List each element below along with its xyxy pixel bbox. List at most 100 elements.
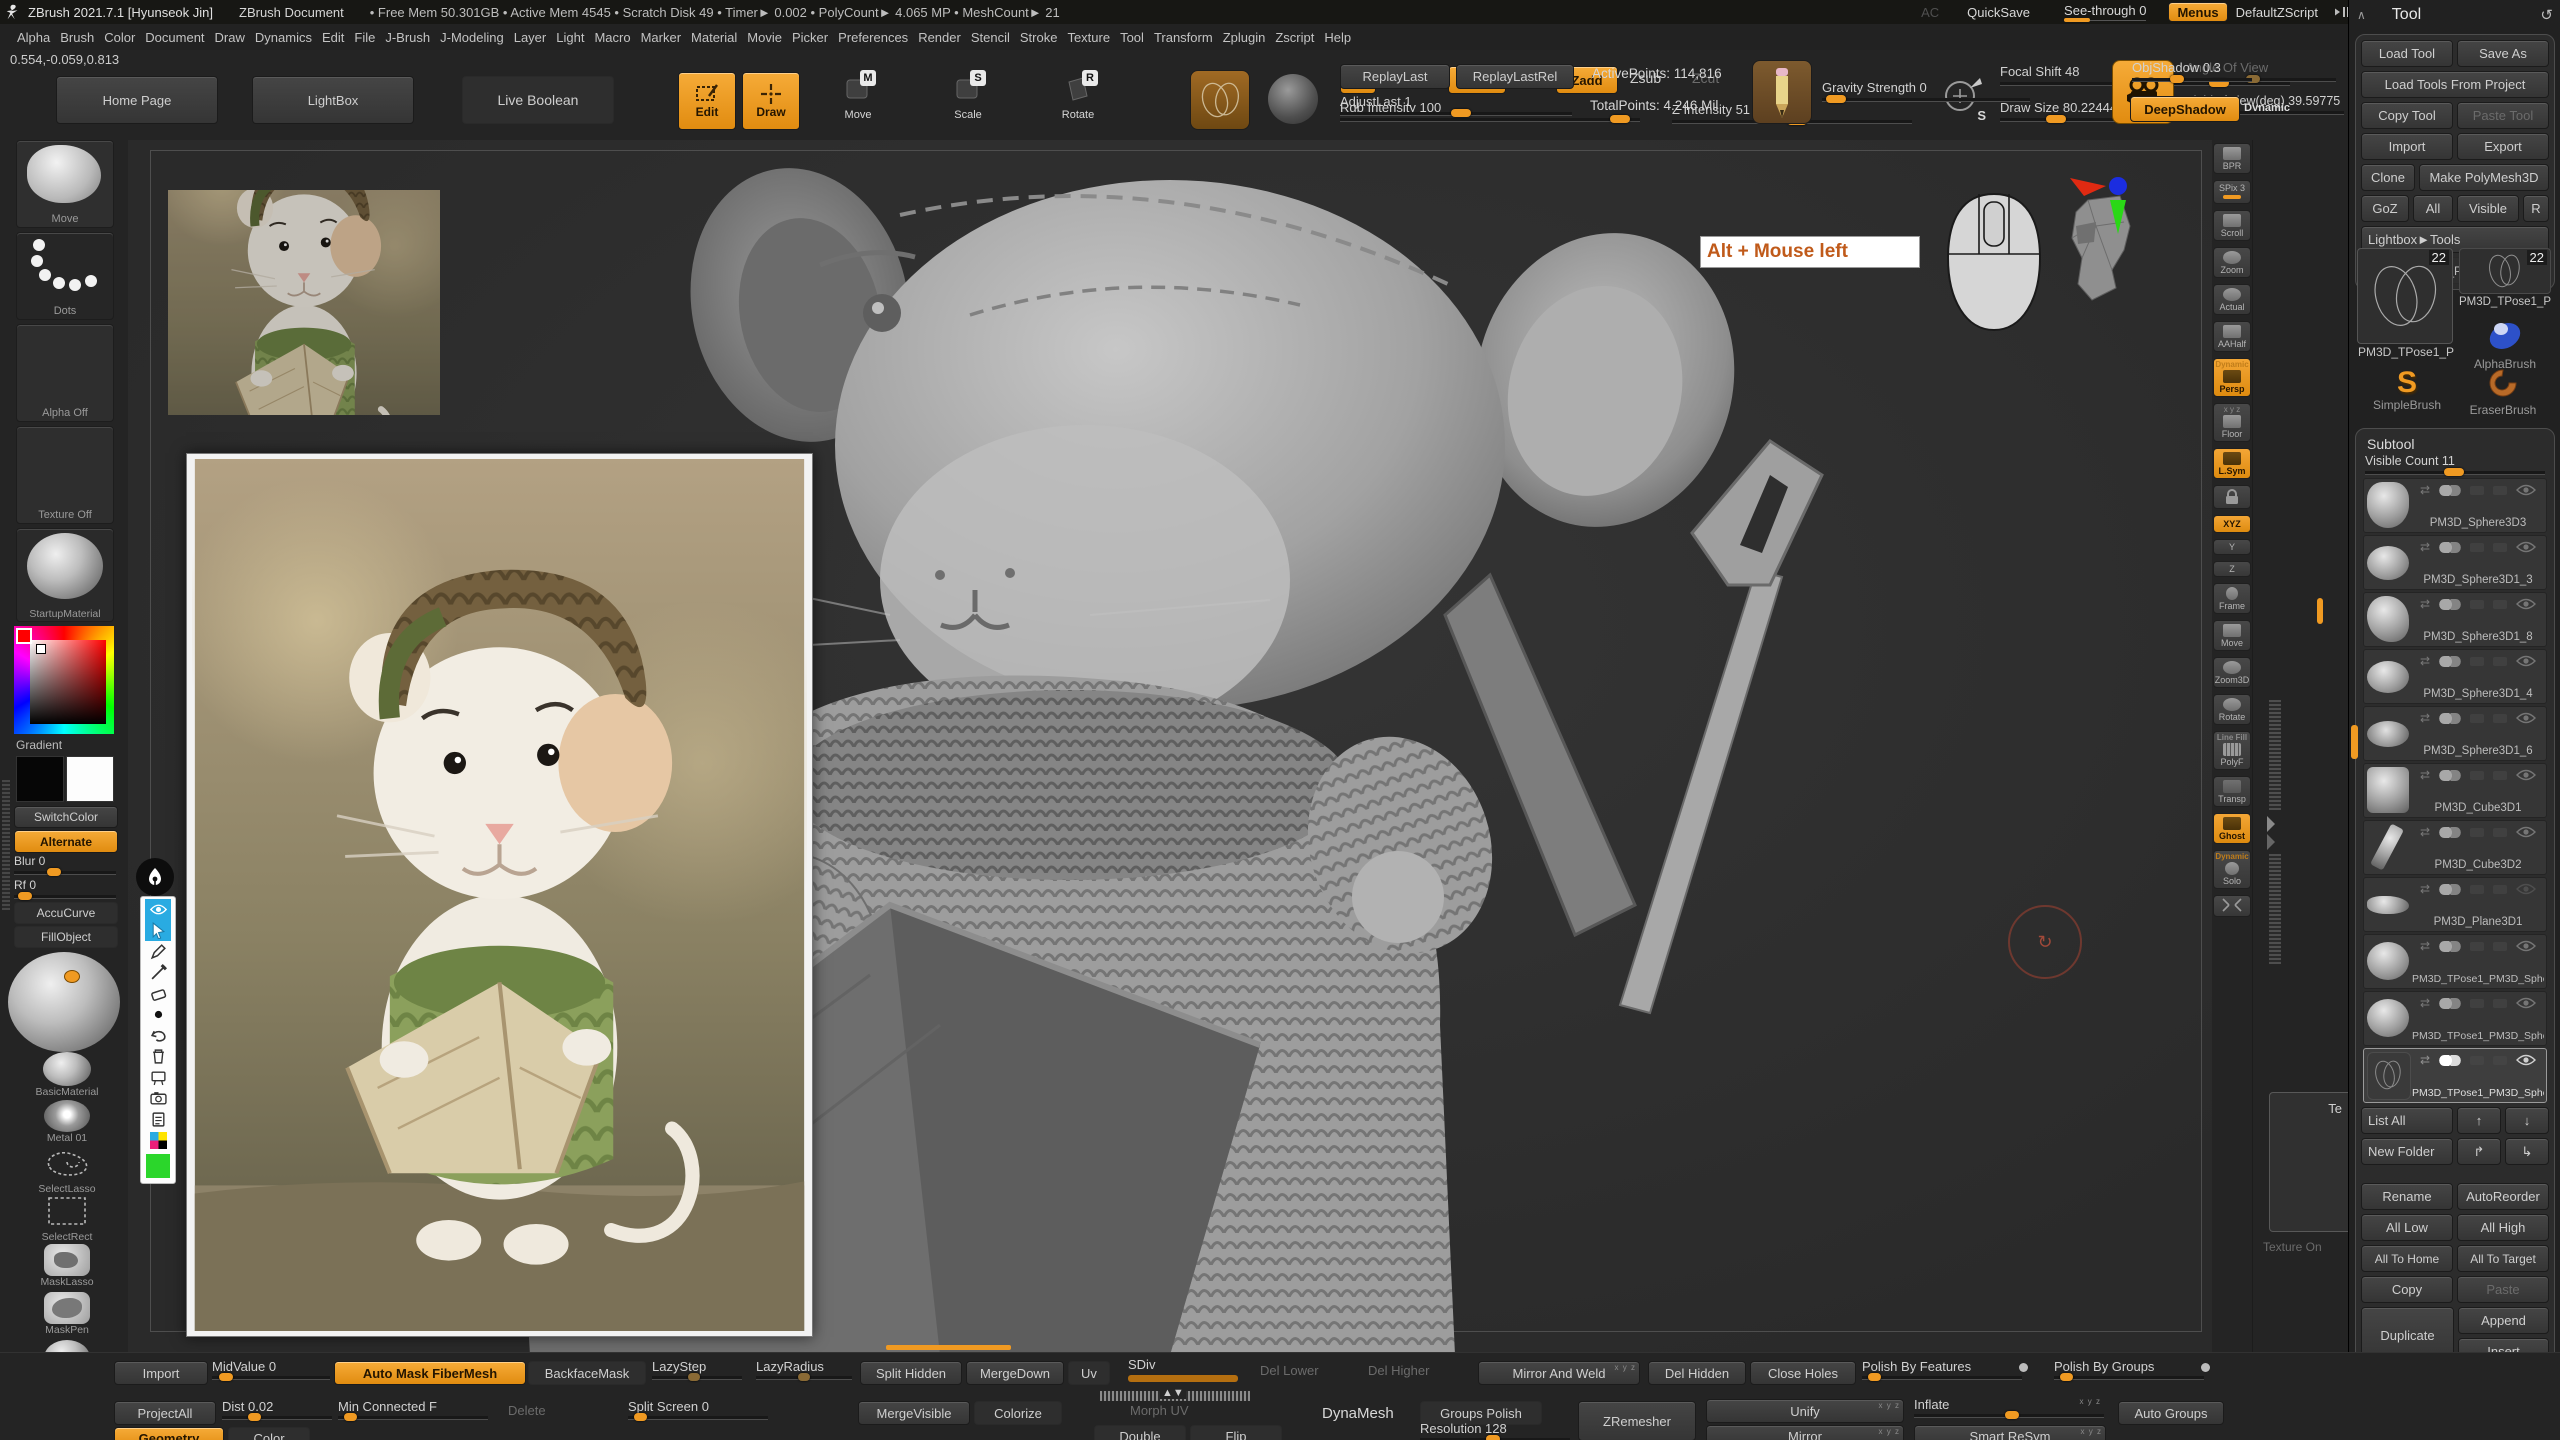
move-mode-button[interactable]: M Move bbox=[830, 72, 886, 121]
menu-edit[interactable]: Edit bbox=[317, 28, 349, 47]
ghost-button[interactable]: Ghost bbox=[2213, 813, 2251, 844]
bb-lazystep[interactable]: LazyStep bbox=[652, 1359, 742, 1380]
rotate-mode-button[interactable]: R Rotate bbox=[1050, 72, 1106, 121]
menu-zscript[interactable]: Zscript bbox=[1270, 28, 1319, 47]
texture-slot[interactable]: Texture Off bbox=[16, 426, 114, 524]
annotation-pen-button[interactable] bbox=[145, 941, 171, 962]
eraserbrush-slot[interactable]: EraserBrush bbox=[2461, 368, 2545, 417]
annotation-view-button[interactable] bbox=[145, 899, 171, 920]
menu-picker[interactable]: Picker bbox=[787, 28, 833, 47]
subtool-row-selected[interactable]: ⇄PM3D_TPose1_PM3D_Sphere3 bbox=[2363, 1048, 2547, 1103]
default-zscript-button[interactable]: DefaultZScript bbox=[2236, 5, 2318, 20]
annotation-eraser-button[interactable] bbox=[145, 983, 171, 1004]
bb-colorize[interactable]: Colorize bbox=[974, 1401, 1062, 1425]
bb-dynamesh[interactable]: DynaMesh bbox=[1322, 1405, 1394, 1422]
bb-color[interactable]: Color bbox=[228, 1427, 310, 1440]
subtool-row[interactable]: ⇄PM3D_Sphere3D3 bbox=[2363, 478, 2547, 533]
bb-inflate[interactable]: Inflatex y z bbox=[1914, 1397, 2104, 1418]
xyz-button[interactable]: XYZ bbox=[2213, 515, 2251, 533]
bb-mergedown[interactable]: MergeDown bbox=[966, 1361, 1064, 1385]
annotation-line-button[interactable] bbox=[145, 962, 171, 983]
bb-projectall[interactable]: ProjectAll bbox=[114, 1401, 216, 1425]
z-axis-button[interactable]: Z bbox=[2213, 561, 2251, 577]
bb-polish-groups[interactable]: Polish By Groups bbox=[2054, 1359, 2192, 1380]
new-folder-button[interactable]: New Folder bbox=[2361, 1138, 2453, 1165]
accucurve-button[interactable]: AccuCurve bbox=[14, 902, 118, 924]
bb-mirror-and-weld[interactable]: Mirror And Weldx y z bbox=[1478, 1361, 1640, 1385]
current-brush-thumb[interactable] bbox=[1190, 70, 1250, 130]
persp-button[interactable]: DynamicPersp bbox=[2213, 358, 2251, 397]
all-to-target-button[interactable]: All To Target bbox=[2457, 1245, 2549, 1272]
y-axis-button[interactable]: Y bbox=[2213, 539, 2251, 555]
goz-button[interactable]: GoZ bbox=[2361, 195, 2409, 222]
bb-split-screen[interactable]: Split Screen 0 bbox=[628, 1399, 768, 1420]
annotation-whiteboard-button[interactable] bbox=[145, 1067, 171, 1088]
viewport-canvas[interactable]: ↻ Alt + Mouse left bbox=[128, 140, 2212, 1352]
menu-stroke[interactable]: Stroke bbox=[1015, 28, 1063, 47]
fillobject-button[interactable]: FillObject bbox=[14, 926, 118, 948]
move-view-button[interactable]: Move bbox=[2213, 620, 2251, 651]
move-out-folder-button[interactable]: ↱ bbox=[2457, 1138, 2501, 1165]
save-as-button[interactable]: Save As bbox=[2457, 40, 2549, 67]
tool-thumb-small[interactable]: 22 PM3D_TPose1_P bbox=[2459, 248, 2551, 294]
bb-geometry[interactable]: Geometry bbox=[114, 1427, 224, 1440]
goz-all-button[interactable]: All bbox=[2413, 195, 2453, 222]
rf-slider[interactable]: Rf 0 bbox=[14, 878, 116, 899]
floor-button[interactable]: x y zFloor bbox=[2213, 403, 2251, 442]
menu-marker[interactable]: Marker bbox=[636, 28, 686, 47]
move-in-folder-button[interactable]: ↳ bbox=[2505, 1138, 2549, 1165]
live-boolean-button[interactable]: Live Boolean bbox=[462, 76, 614, 124]
bb-del-lower[interactable]: Del Lower bbox=[1260, 1363, 1319, 1385]
actual-button[interactable]: Actual bbox=[2213, 284, 2251, 315]
bb-import[interactable]: Import bbox=[114, 1361, 208, 1385]
alternate-button[interactable]: Alternate bbox=[14, 830, 118, 853]
brush-slot[interactable]: Move bbox=[16, 140, 114, 228]
metal-material-slot[interactable]: Metal 01 bbox=[24, 1100, 110, 1144]
draw-button[interactable]: Draw bbox=[742, 72, 800, 130]
selectrect-slot[interactable]: SelectRect bbox=[24, 1196, 110, 1243]
subtool-row[interactable]: ⇄PM3D_Sphere3D1_6 bbox=[2363, 706, 2547, 761]
xpose-button[interactable] bbox=[2213, 895, 2251, 917]
simplebrush-slot[interactable]: S SimpleBrush bbox=[2365, 368, 2449, 412]
replaylastrel-btn[interactable]: ReplayLastRel bbox=[1456, 64, 1574, 89]
paste-tool-button[interactable]: Paste Tool bbox=[2457, 102, 2549, 129]
sdiv-stepper-arrows[interactable]: ▲▼ bbox=[1160, 1387, 1186, 1399]
bpr-button[interactable]: BPR bbox=[2213, 143, 2251, 174]
visible-count-slider[interactable]: Visible Count 11 bbox=[2361, 454, 2549, 475]
menu-dynamics[interactable]: Dynamics bbox=[250, 28, 317, 47]
left-tray-scroll[interactable] bbox=[2, 780, 10, 910]
bb-flip[interactable]: Flip bbox=[1190, 1425, 1282, 1440]
spix-slider[interactable]: SPix 3 bbox=[2213, 180, 2251, 204]
menu-transform[interactable]: Transform bbox=[1149, 28, 1218, 47]
bb-polish-features[interactable]: Polish By Features bbox=[1862, 1359, 2010, 1380]
subtool-row[interactable]: ⇄PM3D_Sphere3D1_3 bbox=[2363, 535, 2547, 590]
gradient-label[interactable]: Gradient bbox=[16, 738, 62, 752]
maskpen-slot[interactable]: MaskPen bbox=[24, 1292, 110, 1336]
bb-mergevisible[interactable]: MergeVisible bbox=[858, 1401, 970, 1425]
subtool-row[interactable]: ⇄PM3D_TPose1_PM3D_Sphere3 bbox=[2363, 934, 2547, 989]
tool-panel-reset-icon[interactable]: ↺ bbox=[2540, 6, 2553, 24]
bb-resolution[interactable]: Resolution 128 bbox=[1420, 1421, 1570, 1440]
goz-r-button[interactable]: R bbox=[2523, 195, 2549, 222]
subtool-row[interactable]: ⇄PM3D_Sphere3D1_8 bbox=[2363, 592, 2547, 647]
tool-panel-collapse[interactable]: ∧ bbox=[2357, 8, 2366, 22]
masklasso-slot[interactable]: MaskLasso bbox=[24, 1244, 110, 1288]
menu-alpha[interactable]: Alpha bbox=[12, 28, 55, 47]
bb-delete[interactable]: Delete bbox=[508, 1403, 546, 1425]
bb-morph-uv[interactable]: Morph UV bbox=[1130, 1403, 1189, 1425]
active-tool-thumb[interactable]: 22 PM3D_TPose1_P bbox=[2357, 248, 2453, 344]
frame-button[interactable]: Frame bbox=[2213, 583, 2251, 614]
lsym-button[interactable]: L.Sym bbox=[2213, 448, 2251, 479]
menu-tool[interactable]: Tool bbox=[1115, 28, 1149, 47]
blur-slider[interactable]: Blur 0 bbox=[14, 854, 116, 875]
annotation-color-grid[interactable] bbox=[145, 1130, 171, 1151]
texture-on-label[interactable]: Texture On bbox=[2263, 1240, 2322, 1254]
edit-button[interactable]: Edit bbox=[678, 72, 736, 130]
see-through-slider[interactable]: See-through 0 bbox=[2064, 3, 2146, 21]
menu-brush[interactable]: Brush bbox=[55, 28, 99, 47]
color-picker[interactable] bbox=[14, 626, 114, 734]
annotation-dot-button[interactable] bbox=[145, 1004, 171, 1025]
alpha-slot[interactable]: Alpha Off bbox=[16, 324, 114, 422]
list-all-button[interactable]: List All bbox=[2361, 1107, 2453, 1134]
bb-backfacemask[interactable]: BackfaceMask bbox=[528, 1361, 646, 1385]
